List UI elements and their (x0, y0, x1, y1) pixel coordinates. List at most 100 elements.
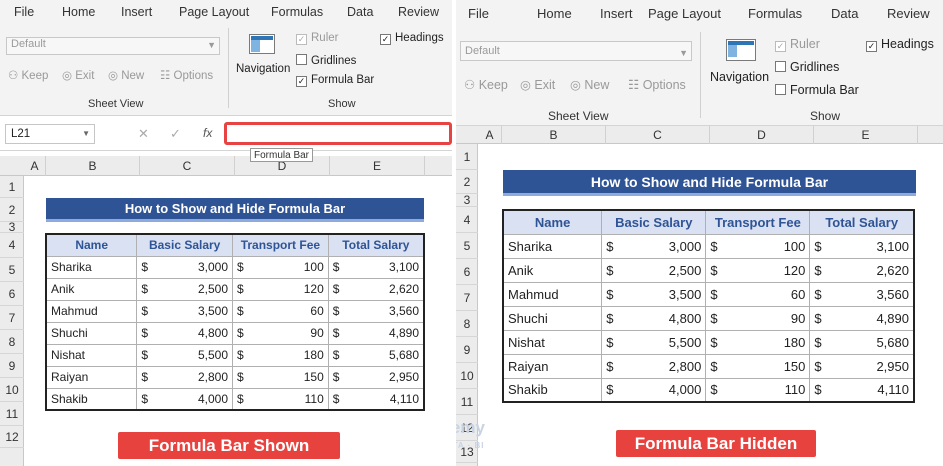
row-header-10[interactable]: 10 (0, 378, 24, 402)
amount-cell[interactable]: $150 (705, 353, 811, 379)
view-dropdown[interactable]: Default ▼ (6, 37, 220, 55)
name-cell[interactable]: Raiyan (502, 353, 603, 379)
column-header-c[interactable]: C (606, 126, 710, 144)
column-header-e[interactable]: E (814, 126, 918, 144)
row-header-2[interactable]: 2 (456, 170, 478, 194)
amount-cell[interactable]: $60 (705, 281, 811, 307)
row-header-6[interactable]: 6 (0, 282, 24, 306)
column-header-a[interactable]: A (24, 156, 46, 176)
menu-insert[interactable]: Insert (600, 6, 633, 21)
row-header-5[interactable]: 5 (456, 233, 478, 259)
exit-button[interactable]: ◎ Exit (62, 68, 94, 82)
new-button[interactable]: ◎ New (108, 68, 144, 82)
amount-cell[interactable]: $3,560 (327, 299, 425, 323)
amount-cell[interactable]: $2,950 (327, 365, 425, 389)
row-header-11[interactable]: 11 (456, 389, 478, 415)
column-header-e[interactable]: E (330, 156, 425, 176)
new-button[interactable]: ◎ New (570, 77, 609, 92)
name-cell[interactable]: Nishat (502, 329, 603, 355)
row-header-7[interactable]: 7 (0, 306, 24, 330)
column-header-a[interactable]: A (478, 126, 502, 144)
menu-page-layout[interactable]: Page Layout (179, 5, 249, 19)
column-header-c[interactable]: C (140, 156, 235, 176)
menu-page-layout[interactable]: Page Layout (648, 6, 721, 21)
name-cell[interactable]: Anik (502, 257, 603, 283)
options-button[interactable]: ☷ Options (160, 68, 213, 82)
column-header-b[interactable]: B (502, 126, 606, 144)
amount-cell[interactable]: $3,000 (601, 233, 707, 259)
menu-file[interactable]: File (14, 5, 34, 19)
row-header-9[interactable]: 9 (0, 354, 24, 378)
name-cell[interactable]: Sharika (45, 255, 138, 279)
amount-cell[interactable]: $4,890 (809, 305, 915, 331)
menu-data[interactable]: Data (831, 6, 858, 21)
menu-home[interactable]: Home (537, 6, 572, 21)
formula-bar-checkbox[interactable]: Formula Bar (775, 83, 859, 97)
amount-cell[interactable]: $120 (232, 277, 329, 301)
amount-cell[interactable]: $120 (705, 257, 811, 283)
cancel-icon[interactable]: ✕ (138, 126, 149, 142)
amount-cell[interactable]: $5,500 (601, 329, 707, 355)
headings-checkbox[interactable]: ✓ Headings (866, 37, 934, 52)
menu-file[interactable]: File (468, 6, 489, 21)
amount-cell[interactable]: $4,890 (327, 321, 425, 345)
amount-cell[interactable]: $3,100 (809, 233, 915, 259)
amount-cell[interactable]: $150 (232, 365, 329, 389)
row-header-1[interactable]: 1 (0, 176, 24, 198)
amount-cell[interactable]: $3,000 (136, 255, 234, 279)
amount-cell[interactable]: $2,620 (327, 277, 425, 301)
name-cell[interactable]: Shakib (45, 387, 138, 411)
row-header-8[interactable]: 8 (0, 330, 24, 354)
row-header-4[interactable]: 4 (456, 207, 478, 233)
formula-input[interactable] (224, 122, 452, 145)
row-header-3[interactable]: 3 (0, 221, 24, 233)
navigation-icon[interactable] (726, 39, 756, 61)
column-header-b[interactable]: B (46, 156, 140, 176)
row-header-10[interactable]: 10 (456, 363, 478, 389)
enter-icon[interactable]: ✓ (170, 126, 181, 142)
menu-data[interactable]: Data (347, 5, 373, 19)
amount-cell[interactable]: $3,560 (809, 281, 915, 307)
menu-home[interactable]: Home (62, 5, 95, 19)
amount-cell[interactable]: $3,500 (601, 281, 707, 307)
name-cell[interactable]: Anik (45, 277, 138, 301)
amount-cell[interactable]: $180 (705, 329, 811, 355)
ruler-checkbox[interactable]: ✓ Ruler (775, 37, 820, 52)
amount-cell[interactable]: $110 (232, 387, 329, 411)
column-header-d[interactable]: D (710, 126, 814, 144)
amount-cell[interactable]: $4,000 (601, 377, 707, 403)
name-cell[interactable]: Nishat (45, 343, 138, 367)
menu-review[interactable]: Review (398, 5, 439, 19)
amount-cell[interactable]: $110 (705, 377, 811, 403)
ruler-checkbox[interactable]: ✓ Ruler (296, 32, 338, 45)
row-header-1[interactable]: 1 (456, 144, 478, 170)
amount-cell[interactable]: $3,100 (327, 255, 425, 279)
navigation-button[interactable]: Navigation (236, 63, 290, 75)
amount-cell[interactable]: $90 (705, 305, 811, 331)
name-cell[interactable]: Sharika (502, 233, 603, 259)
amount-cell[interactable]: $5,500 (136, 343, 234, 367)
gridlines-checkbox[interactable]: Gridlines (775, 60, 839, 74)
menu-formulas[interactable]: Formulas (748, 6, 802, 21)
amount-cell[interactable]: $4,110 (809, 377, 915, 403)
name-box[interactable]: L21 ▼ (5, 124, 95, 144)
amount-cell[interactable]: $5,680 (809, 329, 915, 355)
amount-cell[interactable]: $4,110 (327, 387, 425, 411)
name-cell[interactable]: Shuchi (45, 321, 138, 345)
row-header-8[interactable]: 8 (456, 311, 478, 337)
navigation-button[interactable]: Navigation (710, 70, 769, 84)
row-header-6[interactable]: 6 (456, 259, 478, 285)
amount-cell[interactable]: $2,950 (809, 353, 915, 379)
view-dropdown[interactable]: Default ▼ (460, 41, 692, 61)
amount-cell[interactable]: $2,500 (601, 257, 707, 283)
name-cell[interactable]: Mahmud (502, 281, 603, 307)
row-header-3[interactable]: 3 (456, 194, 478, 207)
row-header-5[interactable]: 5 (0, 258, 24, 282)
formula-bar-checkbox[interactable]: ✓ Formula Bar (296, 74, 374, 87)
options-button[interactable]: ☷ Options (628, 77, 686, 92)
insert-function-icon[interactable]: fx (203, 126, 212, 140)
amount-cell[interactable]: $180 (232, 343, 329, 367)
row-header-12[interactable]: 12 (0, 426, 24, 448)
amount-cell[interactable]: $90 (232, 321, 329, 345)
row-header-9[interactable]: 9 (456, 337, 478, 363)
